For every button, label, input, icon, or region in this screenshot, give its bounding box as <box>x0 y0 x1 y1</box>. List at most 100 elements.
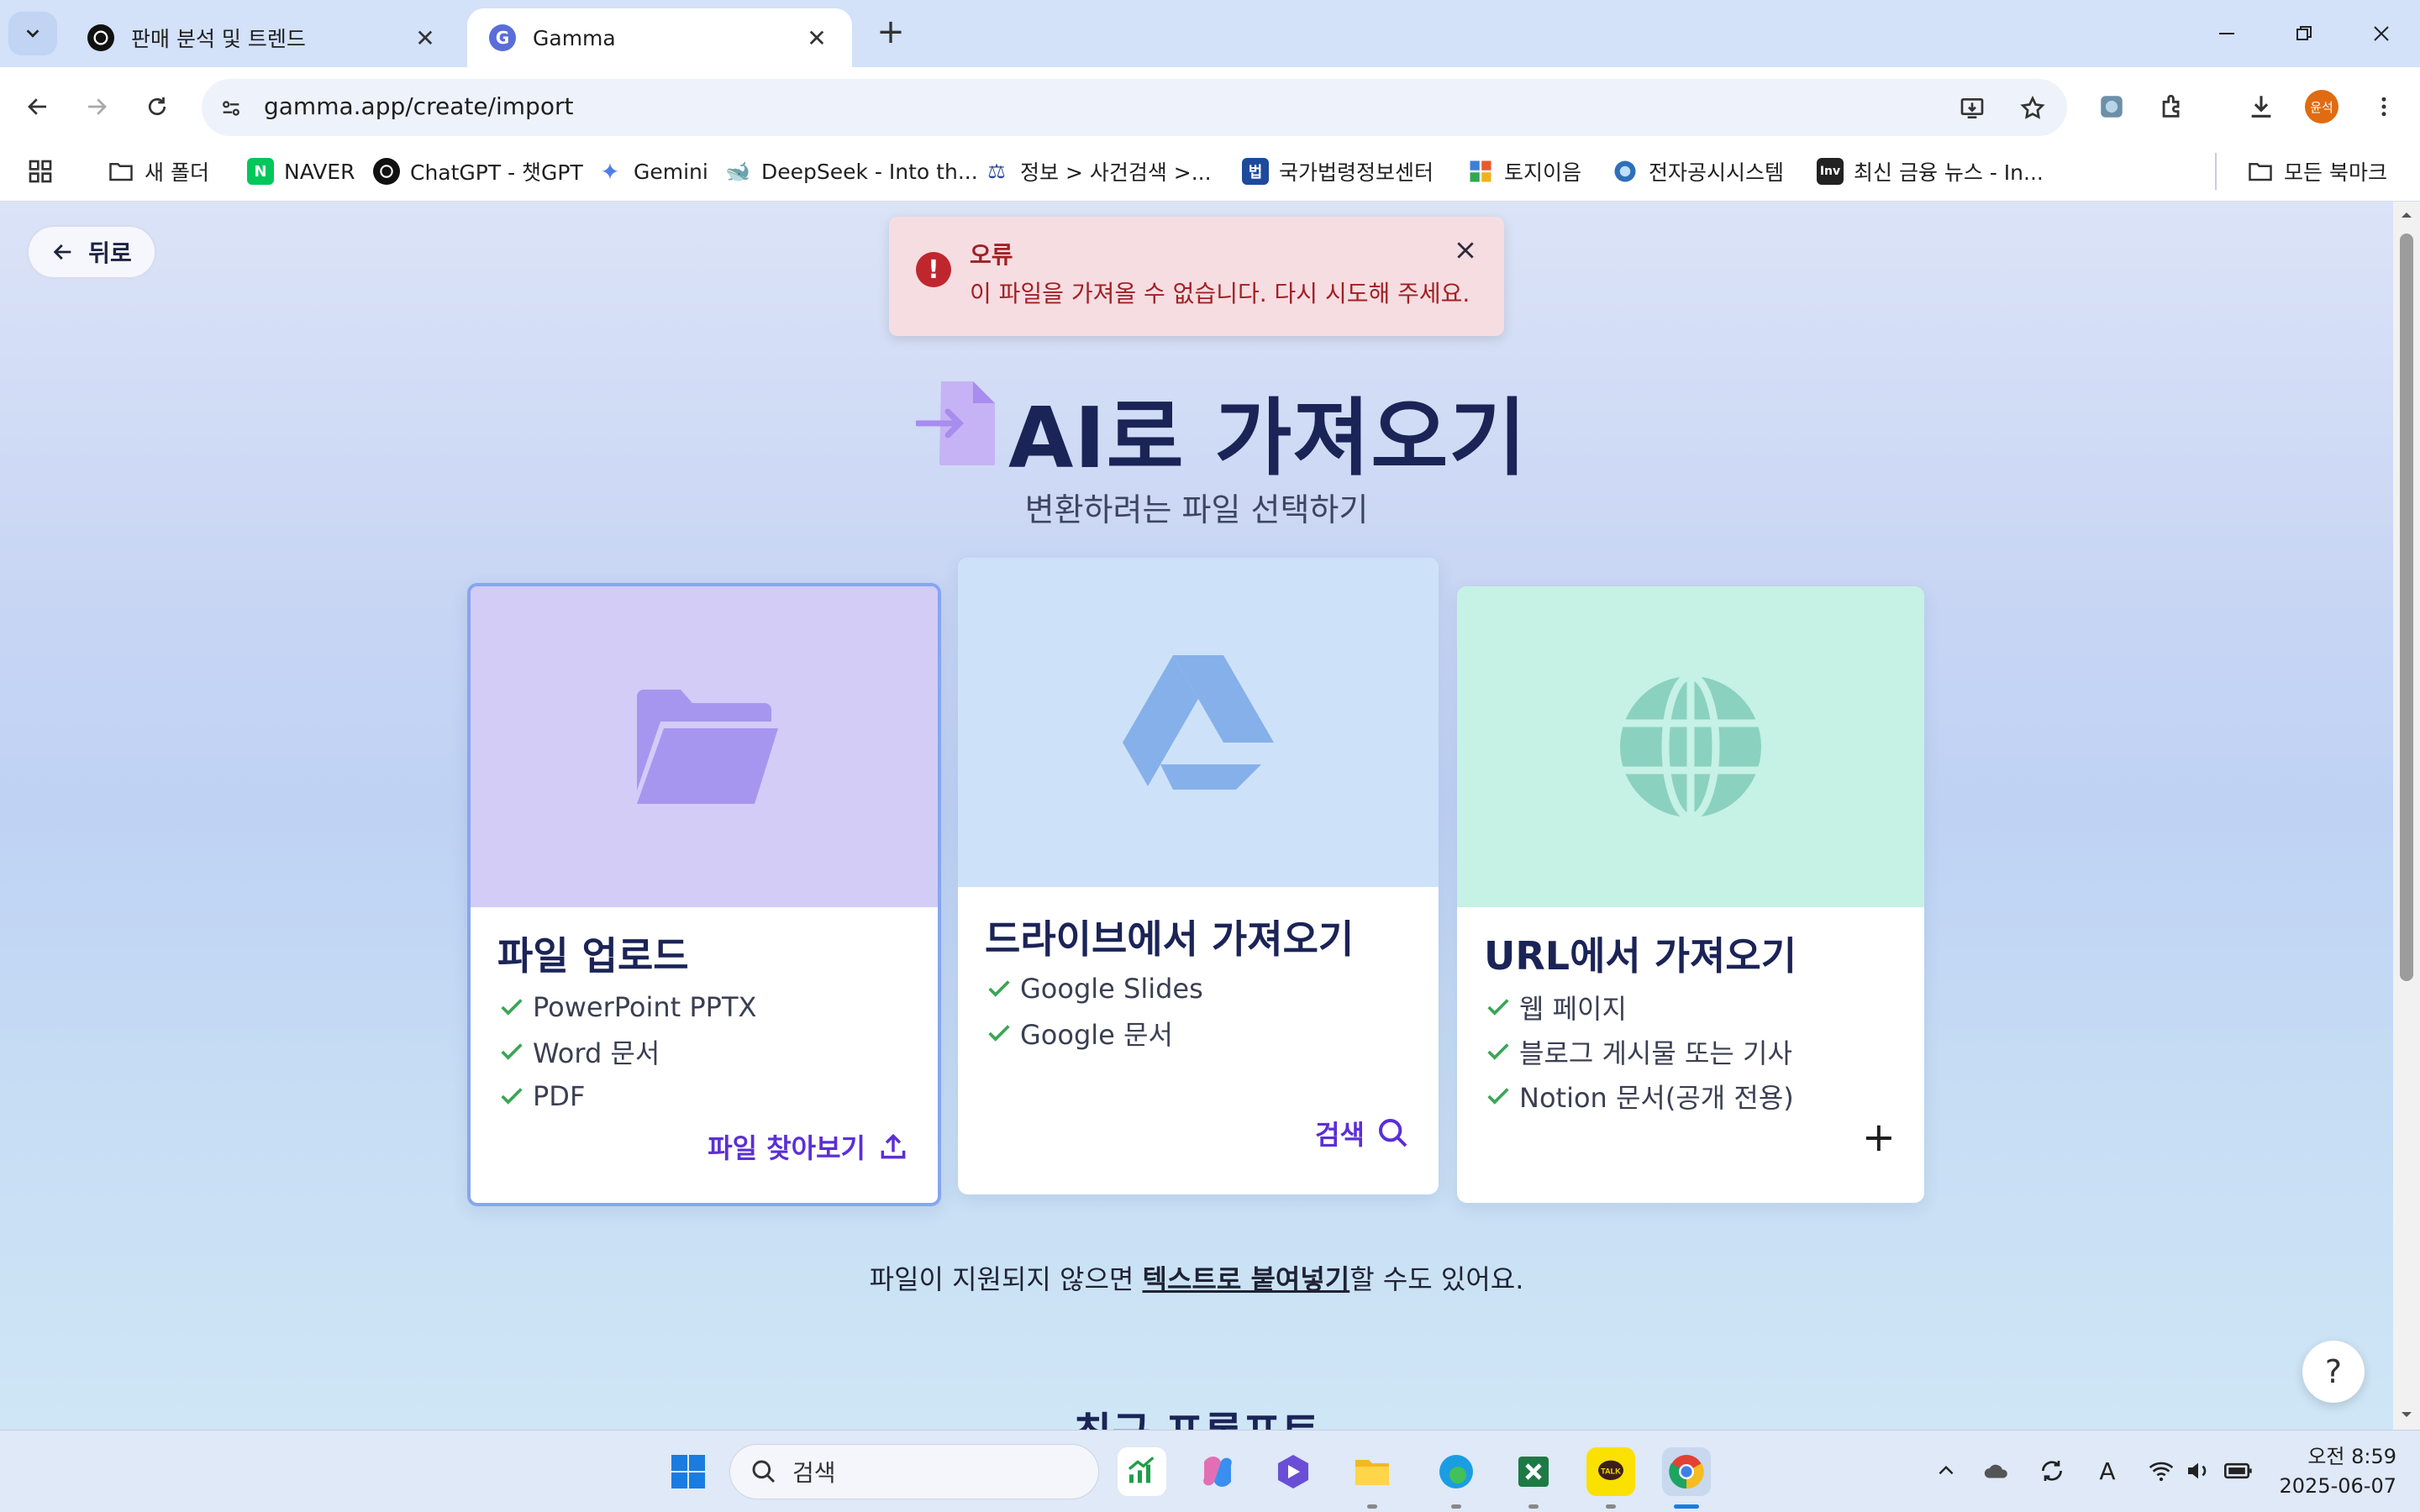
list-item: Google 문서 <box>985 1011 1203 1055</box>
volume-icon[interactable] <box>2181 1454 2215 1488</box>
google-drive-icon <box>1123 655 1274 790</box>
downloads-icon[interactable] <box>2240 86 2282 128</box>
chrome-icon[interactable] <box>1662 1447 1711 1496</box>
menu-kebab-icon[interactable] <box>2363 86 2405 128</box>
bookmark-new-folder[interactable]: 새 폴더 <box>108 153 209 190</box>
paste-as-text-link[interactable]: 텍스트로 붙여넣기 <box>1143 1263 1350 1295</box>
battery-icon[interactable] <box>2222 1454 2255 1488</box>
apps-grid-icon[interactable] <box>27 153 54 190</box>
card-illustration <box>471 586 938 907</box>
address-bar[interactable]: gamma.app/create/import <box>202 79 2067 136</box>
site-settings-icon[interactable] <box>212 89 250 128</box>
restore-button[interactable] <box>2279 12 2329 55</box>
tab-gamma[interactable]: G Gamma ✕ <box>467 8 852 67</box>
reload-icon <box>148 97 166 116</box>
drive-search-button[interactable]: 검색 <box>1315 1114 1410 1152</box>
drive-import-card[interactable]: 드라이브에서 가져오기 Google Slides Google 문서 검색 <box>958 558 1439 1194</box>
chevron-up-icon[interactable] <box>1929 1454 1963 1488</box>
scroll-up-icon[interactable] <box>2400 208 2413 222</box>
search-icon <box>752 1460 776 1483</box>
bookmark-all[interactable]: 모든 북마크 <box>2215 153 2387 190</box>
chatgpt-icon <box>373 158 400 185</box>
search-icon <box>1379 1119 1407 1147</box>
list-item-label: PDF <box>533 1079 586 1112</box>
tab-close-icon[interactable]: ✕ <box>412 24 439 52</box>
close-icon <box>2374 26 2389 41</box>
forward-nav-button[interactable] <box>76 86 118 128</box>
action-label: 검색 <box>1315 1119 1365 1151</box>
excel-icon[interactable] <box>1509 1447 1558 1496</box>
clipchamp-icon[interactable] <box>1269 1447 1318 1496</box>
stocks-app-icon[interactable] <box>1118 1447 1166 1496</box>
add-url-button[interactable]: + <box>1862 1114 1896 1161</box>
profile-avatar[interactable]: 윤석 <box>2301 86 2343 128</box>
card-title: 드라이브에서 가져오기 <box>985 916 1355 962</box>
reload-button[interactable] <box>136 86 178 128</box>
check-icon <box>501 998 523 1016</box>
check-icon <box>1487 998 1509 1016</box>
edge-icon[interactable] <box>1432 1447 1481 1496</box>
folder-open-icon <box>637 690 778 804</box>
running-indicator <box>1528 1504 1539 1509</box>
list-item: Google Slides <box>985 966 1203 1011</box>
copilot-icon[interactable] <box>1193 1447 1242 1496</box>
scroll-down-icon[interactable] <box>2400 1408 2413 1421</box>
upload-icon <box>881 1133 906 1159</box>
bookmark-law[interactable]: 법 국가법령정보센터 <box>1242 153 1434 190</box>
tab-search-button[interactable] <box>8 12 57 55</box>
tab-close-icon[interactable]: ✕ <box>803 24 830 52</box>
bookmark-investing[interactable]: Inv 최신 금융 뉴스 - In... <box>1817 153 2044 190</box>
bookmark-chatgpt[interactable]: ChatGPT - 챗GPT <box>373 153 583 190</box>
extensions-puzzle-icon[interactable] <box>2151 86 2193 128</box>
start-windows-icon[interactable] <box>664 1447 713 1496</box>
error-message: 이 파일을 가져올 수 없습니다. 다시 시도해 주세요. <box>970 280 1470 307</box>
bookmark-naver[interactable]: N NAVER <box>247 153 355 190</box>
taskbar: 검색 TALK A 오전 8:59 2025-06-07 <box>0 1430 2420 1512</box>
minimize-button[interactable] <box>2202 12 2252 55</box>
gemini-icon: ✦ <box>600 157 620 186</box>
page-subtitle: 변환하려는 파일 선택하기 <box>1024 491 1369 528</box>
arrow-left-icon <box>28 98 46 115</box>
kakaotalk-icon[interactable]: TALK <box>1586 1447 1635 1496</box>
bookmark-court[interactable]: ⚖ 정보 > 사건검색 >... <box>983 153 1211 190</box>
install-app-icon[interactable] <box>1953 89 1991 128</box>
browse-files-button[interactable]: 파일 찾아보기 <box>708 1127 909 1166</box>
bookmark-gemini[interactable]: ✦ Gemini <box>597 153 708 190</box>
clock-time: 오전 8:59 <box>2307 1445 2396 1468</box>
close-window-button[interactable] <box>2356 12 2407 55</box>
page-scrollbar[interactable] <box>2393 202 2420 1430</box>
toast-close-button[interactable] <box>1449 234 1482 267</box>
url-import-card[interactable]: URL에서 가져오기 웹 페이지 블로그 게시물 또는 기사 Notion 문서… <box>1457 586 1924 1203</box>
scrollbar-thumb[interactable] <box>2400 234 2413 981</box>
law-icon: 법 <box>1242 158 1269 185</box>
file-upload-card[interactable]: 파일 업로드 PowerPoint PPTX Word 문서 PDF 파일 찾아… <box>467 583 941 1206</box>
bookmark-deepseek[interactable]: 🐋 DeepSeek - Into th... <box>724 153 978 190</box>
ime-indicator[interactable]: A <box>2091 1454 2124 1488</box>
check-icon <box>988 979 1010 997</box>
back-button[interactable]: 뒤로 <box>27 225 156 279</box>
sync-icon[interactable] <box>2035 1454 2069 1488</box>
taskbar-search[interactable]: 검색 <box>729 1444 1099 1499</box>
back-nav-button[interactable] <box>17 86 59 128</box>
list-item-label: 웹 페이지 <box>1519 992 1627 1025</box>
bookmark-label: NAVER <box>284 159 355 184</box>
file-explorer-icon[interactable] <box>1348 1447 1397 1496</box>
bookmark-star-icon[interactable] <box>2013 89 2052 128</box>
new-tab-button[interactable]: + <box>871 13 911 54</box>
bookmark-label: DeepSeek - Into th... <box>761 159 978 184</box>
back-label: 뒤로 <box>88 239 132 267</box>
help-button[interactable]: ? <box>2302 1341 2365 1403</box>
bookmark-land[interactable]: 토지이음 <box>1467 153 1581 190</box>
onedrive-icon[interactable] <box>1980 1454 2013 1488</box>
extension-icon[interactable] <box>2091 86 2133 128</box>
page-title: AI로 가져오기 <box>1008 389 1528 487</box>
system-clock[interactable]: 오전 8:59 2025-06-07 <box>2270 1442 2396 1501</box>
list-item-label: Notion 문서(공개 전용) <box>1519 1081 1794 1114</box>
card-illustration <box>958 558 1439 887</box>
url-text[interactable]: gamma.app/create/import <box>264 92 573 120</box>
bookmark-dart[interactable]: 전자공시시스템 <box>1612 153 1784 190</box>
check-icon <box>501 1087 523 1105</box>
tab-sales-analysis[interactable]: 판매 분석 및 트렌드 ✕ <box>66 8 460 67</box>
check-icon <box>1487 1042 1509 1060</box>
wifi-icon[interactable] <box>2144 1454 2178 1488</box>
